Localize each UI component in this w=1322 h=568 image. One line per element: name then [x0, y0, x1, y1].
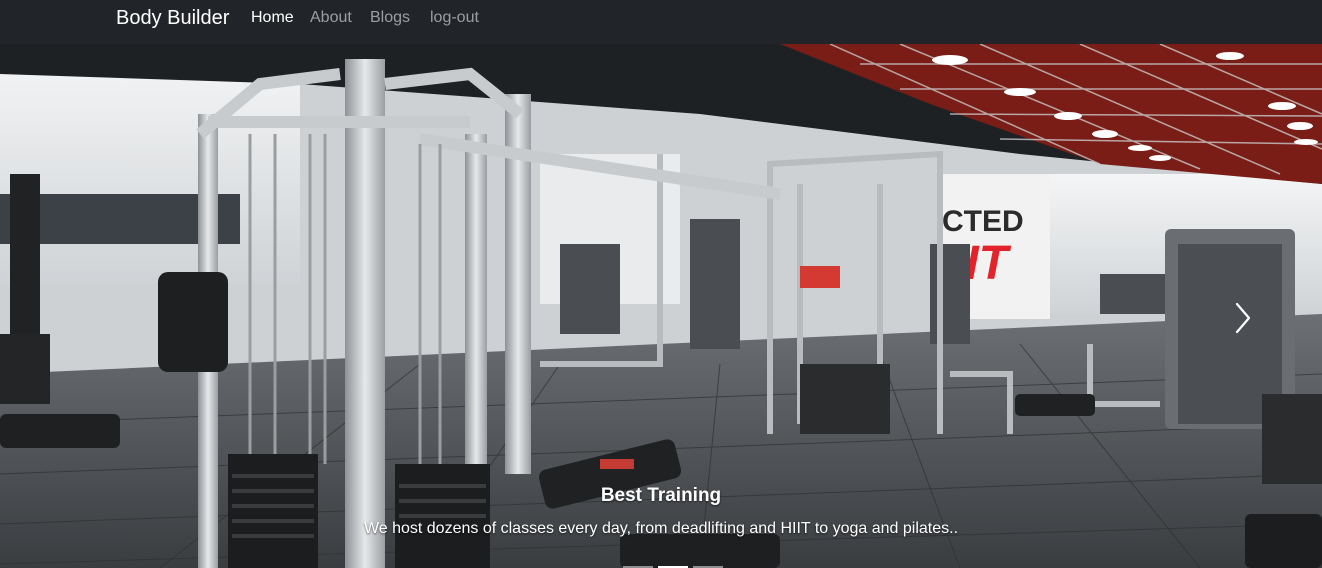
- nav-link-home[interactable]: Home: [251, 9, 294, 29]
- nav-link-blogs[interactable]: Blogs: [370, 9, 410, 29]
- svg-text:CTED: CTED: [942, 205, 1024, 238]
- hero-carousel: CTED IIT Best Training We host dozens of…: [0, 44, 1322, 568]
- carousel-indicators: [621, 564, 725, 568]
- brand-logo-link[interactable]: Body Builder: [116, 6, 229, 30]
- carousel-caption-text: We host dozens of classes every day, fro…: [363, 520, 959, 537]
- nav-link-log-out[interactable]: log-out: [430, 9, 479, 29]
- carousel-caption-title: Best Training: [600, 485, 722, 506]
- nav-link-about[interactable]: About: [310, 9, 352, 29]
- navbar: Body Builder Home About Blogs log-out: [0, 0, 1322, 44]
- chevron-right-icon: [1235, 302, 1251, 334]
- carousel-next-control[interactable]: [1228, 298, 1258, 338]
